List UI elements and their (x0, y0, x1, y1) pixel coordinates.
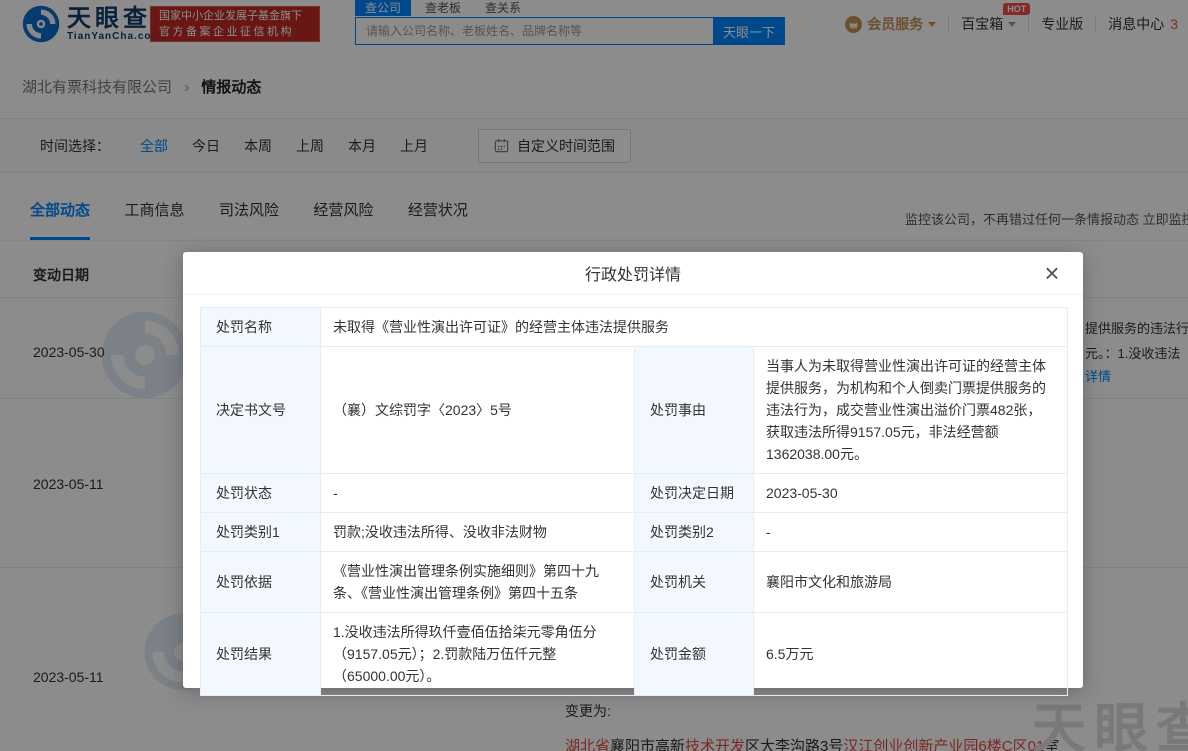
reason-label: 处罚事由 (635, 347, 754, 474)
status-value: - (321, 474, 635, 513)
basis-label: 处罚依据 (201, 552, 321, 613)
penalty-detail-table: 处罚名称 未取得《营业性演出许可证》的经营主体违法提供服务 决定书文号 （襄）文… (200, 307, 1068, 696)
basis-value: 《营业性演出管理条例实施细则》第四十九条、《营业性演出管理条例》第四十五条 (321, 552, 635, 613)
doc-no-label: 决定书文号 (201, 347, 321, 474)
table-row: 处罚结果 1.没收违法所得玖仟壹佰伍拾柒元零角伍分（9157.05元）；2.罚款… (201, 613, 1068, 696)
type1-label: 处罚类别1 (201, 513, 321, 552)
modal-title: 行政处罚详情 (585, 261, 681, 285)
decision-date-label: 处罚决定日期 (635, 474, 754, 513)
status-label: 处罚状态 (201, 474, 321, 513)
result-label: 处罚结果 (201, 613, 321, 696)
penalty-name-value: 未取得《营业性演出许可证》的经营主体违法提供服务 (321, 308, 1068, 347)
close-icon[interactable]: × (1037, 258, 1067, 288)
page: 天眼查 TianYanCha.com 国家中小企业发展子基金旗下 官方备案企业征… (0, 0, 1188, 751)
penalty-detail-modal: 行政处罚详情 × 处罚名称 未取得《营业性演出许可证》的经营主体违法提供服务 决… (183, 252, 1083, 688)
table-row: 决定书文号 （襄）文综罚字〈2023〉5号 处罚事由 当事人为未取得营业性演出许… (201, 347, 1068, 474)
type2-value: - (754, 513, 1068, 552)
type2-label: 处罚类别2 (635, 513, 754, 552)
table-row: 处罚依据 《营业性演出管理条例实施细则》第四十九条、《营业性演出管理条例》第四十… (201, 552, 1068, 613)
modal-header: 行政处罚详情 (183, 252, 1083, 295)
authority-label: 处罚机关 (635, 552, 754, 613)
decision-date-value: 2023-05-30 (754, 474, 1068, 513)
amount-value: 6.5万元 (754, 613, 1068, 696)
doc-no-value: （襄）文综罚字〈2023〉5号 (321, 347, 635, 474)
table-row: 处罚类别1 罚款;没收违法所得、没收非法财物 处罚类别2 - (201, 513, 1068, 552)
type1-value: 罚款;没收违法所得、没收非法财物 (321, 513, 635, 552)
result-value: 1.没收违法所得玖仟壹佰伍拾柒元零角伍分（9157.05元）；2.罚款陆万伍仟元… (321, 613, 635, 696)
table-row: 处罚名称 未取得《营业性演出许可证》的经营主体违法提供服务 (201, 308, 1068, 347)
table-row: 处罚状态 - 处罚决定日期 2023-05-30 (201, 474, 1068, 513)
amount-label: 处罚金额 (635, 613, 754, 696)
reason-value: 当事人为未取得营业性演出许可证的经营主体提供服务，为机构和个人倒卖门票提供服务的… (754, 347, 1068, 474)
authority-value: 襄阳市文化和旅游局 (754, 552, 1068, 613)
penalty-name-label: 处罚名称 (201, 308, 321, 347)
